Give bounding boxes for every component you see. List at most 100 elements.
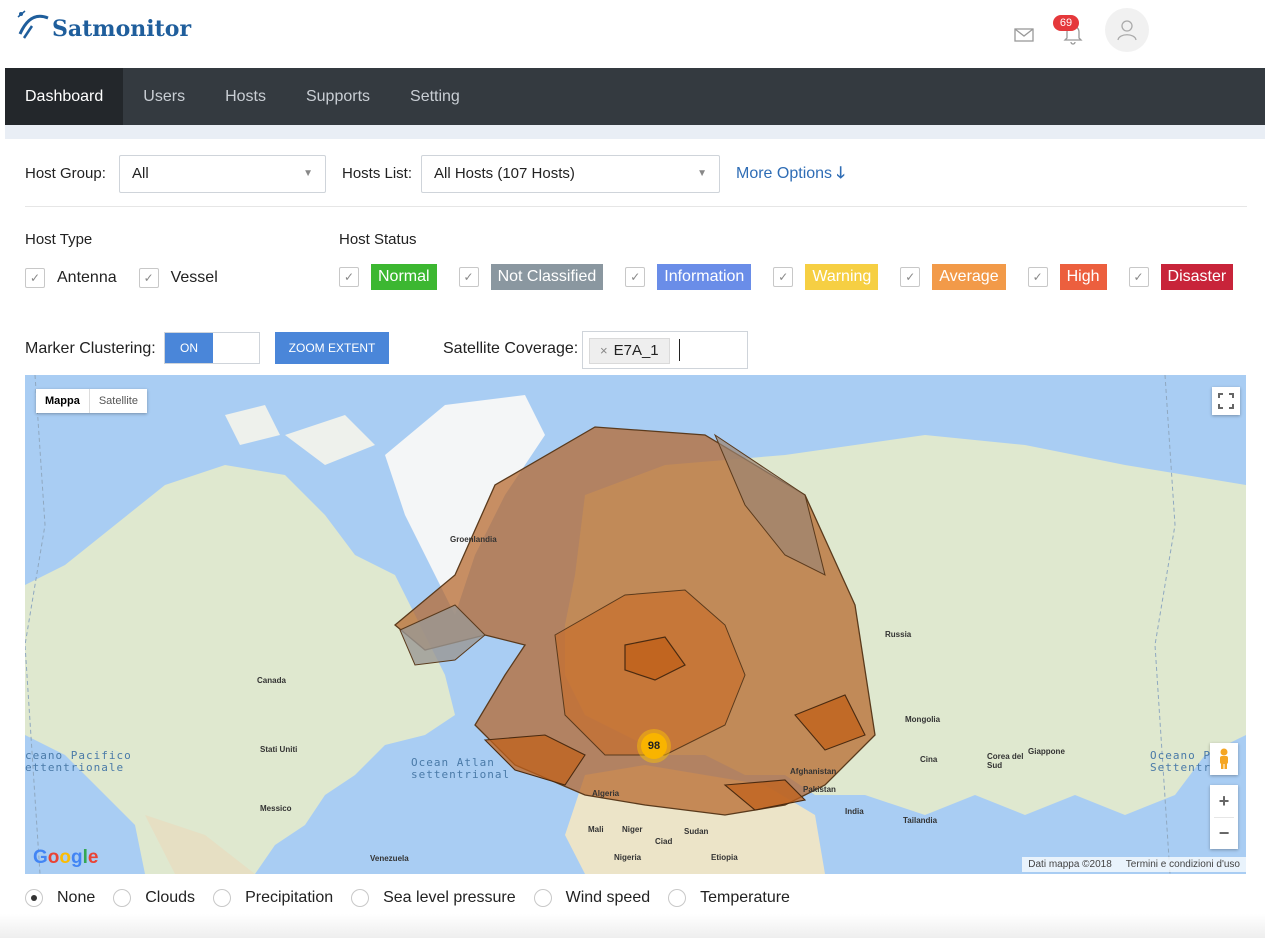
fullscreen-button[interactable]: [1212, 387, 1240, 415]
map-label: Tailandia: [903, 816, 938, 825]
map-label: Sudan: [684, 827, 709, 836]
text-cursor: [679, 339, 680, 361]
satellite-coverage-label: Satellite Coverage:: [443, 340, 579, 357]
ocean-label: Ocean Atlan settentrional: [411, 756, 511, 781]
main-nav: Dashboard Users Hosts Supports Setting: [5, 68, 1265, 125]
layer-label: Temperature: [700, 889, 790, 906]
map-label: Pakistan: [803, 785, 836, 794]
top-bar: Satmonitor 69: [0, 0, 1265, 68]
checkbox-disaster[interactable]: ✓: [1128, 267, 1149, 287]
zoom-out-button[interactable]: −: [1210, 817, 1238, 849]
terms-link[interactable]: Termini e condizioni d'uso: [1126, 859, 1240, 870]
nav-item-setting[interactable]: Setting: [390, 68, 480, 125]
world-map: [25, 375, 1246, 874]
checkbox-not-classified[interactable]: ✓: [458, 267, 479, 287]
map-label: Messico: [260, 804, 292, 813]
radio-sea-level-pressure[interactable]: [351, 889, 370, 907]
map-label: Giappone: [1028, 747, 1065, 756]
marker-clustering-label: Marker Clustering:: [25, 340, 156, 357]
weather-layer-selector: None Clouds Precipitation Sea level pres…: [25, 884, 808, 912]
footer-shade: [0, 914, 1265, 938]
map-label: Nigeria: [614, 853, 642, 862]
logo[interactable]: Satmonitor: [16, 8, 191, 42]
map-label: Mali: [588, 825, 604, 834]
map-label: Niger: [622, 825, 643, 834]
radio-wind-speed[interactable]: [533, 889, 552, 907]
host-type-options: ✓ Antenna ✓ Vessel: [25, 268, 240, 288]
ocean-label: ceano Pacifico ettentrionale: [25, 749, 132, 774]
map-label: Cina: [920, 755, 938, 764]
zoom-in-button[interactable]: +: [1210, 785, 1238, 817]
checkbox-normal[interactable]: ✓: [339, 267, 359, 287]
checkbox-warning[interactable]: ✓: [773, 267, 794, 287]
status-average: Average: [932, 264, 1006, 290]
coverage-chip-label: E7A_1: [613, 342, 659, 359]
notification-badge: 69: [1053, 15, 1079, 31]
mail-icon[interactable]: [1013, 24, 1035, 46]
host-status-options: ✓ Normal ✓ Not Classified ✓ Information …: [339, 264, 1234, 290]
host-group-select[interactable]: All ▼: [119, 155, 326, 193]
user-icon: [1117, 20, 1137, 41]
satellite-coverage-input[interactable]: × E7A_1: [582, 331, 748, 369]
map-view[interactable]: Mappa Satellite Groenlandia Canada Stati…: [25, 375, 1246, 874]
radio-precipitation[interactable]: [213, 889, 232, 907]
toggle-on-state: ON: [165, 333, 213, 363]
nav-item-dashboard[interactable]: Dashboard: [5, 68, 124, 125]
status-not-classified: Not Classified: [490, 264, 604, 290]
hosts-list-value: All Hosts (107 Hosts): [434, 165, 575, 182]
coverage-chip: × E7A_1: [589, 338, 670, 364]
layer-label: None: [57, 889, 96, 906]
map-type-mappa[interactable]: Mappa: [36, 389, 90, 413]
map-label: India: [845, 807, 864, 816]
map-label: Algeria: [592, 789, 620, 798]
avatar[interactable]: [1105, 8, 1149, 52]
host-type-label: Host Type: [25, 231, 93, 248]
radio-clouds[interactable]: [113, 889, 132, 907]
notifications[interactable]: 69: [1053, 13, 1085, 47]
layer-label: Sea level pressure: [383, 889, 516, 906]
map-zoom-control: + −: [1210, 785, 1238, 849]
checkbox-high[interactable]: ✓: [1027, 267, 1048, 287]
checkbox-vessel[interactable]: ✓: [138, 268, 159, 288]
nav-item-users[interactable]: Users: [123, 68, 205, 125]
status-normal: Normal: [371, 264, 437, 290]
chevron-down-icon: ▼: [303, 168, 313, 179]
app-title: Satmonitor: [52, 16, 192, 42]
vessel-label: Vessel: [170, 269, 218, 286]
map-label: Venezuela: [370, 854, 409, 863]
map-type-satellite[interactable]: Satellite: [90, 389, 147, 413]
host-group-label: Host Group:: [25, 165, 106, 182]
map-attribution: Dati mappa ©2018 Termini e condizioni d'u…: [1022, 857, 1246, 872]
satellite-logo-icon: [17, 10, 49, 39]
more-options-label: More Options: [736, 165, 833, 182]
map-type-control: Mappa Satellite: [36, 389, 147, 413]
checkbox-average[interactable]: ✓: [900, 267, 921, 287]
filter-row: Host Group: All ▼ Hosts List: All Hosts …: [25, 155, 1247, 207]
layer-label: Clouds: [145, 889, 196, 906]
zoom-extent-button[interactable]: ZOOM EXTENT: [275, 332, 389, 364]
more-options-link[interactable]: More Options 🡓: [736, 162, 845, 189]
map-label: Etiopia: [711, 853, 738, 862]
cluster-count: 98: [641, 733, 667, 759]
checkbox-antenna[interactable]: ✓: [25, 268, 45, 288]
map-label: Ciad: [655, 837, 673, 846]
status-warning: Warning: [805, 264, 879, 290]
nav-item-hosts[interactable]: Hosts: [205, 68, 286, 125]
map-label: Corea del Sud: [987, 752, 1024, 770]
arrow-down-icon: 🡓: [836, 165, 845, 182]
hosts-list-select[interactable]: All Hosts (107 Hosts) ▼: [421, 155, 720, 193]
zoom-divider: [1214, 817, 1234, 818]
layer-label: Precipitation: [245, 889, 334, 906]
google-logo: Google: [33, 847, 99, 868]
marker-clustering-toggle[interactable]: ON: [164, 332, 260, 364]
marker-cluster[interactable]: 98: [637, 729, 671, 763]
street-view-pegman[interactable]: [1210, 743, 1238, 775]
sub-bar: [5, 125, 1265, 139]
radio-temperature[interactable]: [668, 889, 687, 907]
layer-label: Wind speed: [565, 889, 651, 906]
status-information: Information: [657, 264, 752, 290]
checkbox-information[interactable]: ✓: [625, 267, 646, 287]
nav-item-supports[interactable]: Supports: [286, 68, 390, 125]
remove-chip-icon[interactable]: ×: [600, 343, 608, 358]
radio-none[interactable]: [25, 889, 43, 907]
